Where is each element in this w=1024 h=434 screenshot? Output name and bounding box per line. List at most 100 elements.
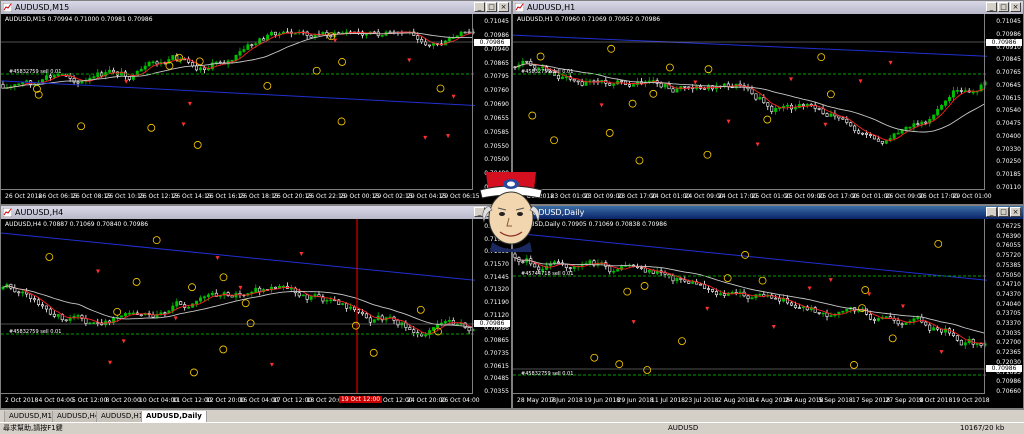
- candle-body: [80, 81, 84, 84]
- price-tick: 0.74040: [996, 300, 1021, 308]
- candle-body: [521, 261, 525, 263]
- candle-body: [801, 104, 805, 107]
- candle-body: [963, 342, 967, 346]
- signal-marker: [640, 282, 649, 290]
- candle-body: [959, 90, 963, 92]
- price-chart[interactable]: AUDUSD,H4 0.70887 0.71069 0.70840 0.7098…: [1, 219, 511, 408]
- candle-body: [679, 278, 683, 280]
- minimize-button[interactable]: _: [986, 207, 997, 217]
- price-tick: 0.72700: [996, 339, 1021, 347]
- price-tick: 0.71045: [996, 18, 1021, 25]
- chart-window-h1[interactable]: AUDUSD,H1 _ □ × AUDUSD,H1 0.70960 0.71069 …: [512, 0, 1024, 205]
- candle-body: [912, 318, 916, 322]
- candle-body: [459, 31, 463, 36]
- time-tick: 9 Oct 2018: [919, 397, 953, 404]
- candle-body: [825, 312, 829, 317]
- candle-body: [96, 72, 100, 77]
- candle-body: [631, 84, 635, 87]
- time-tick: 26 Oct 2018: [5, 193, 43, 200]
- arrow-marker: [173, 316, 178, 321]
- candle-body: [420, 39, 424, 43]
- candle-body: [829, 113, 833, 117]
- signal-marker: [436, 84, 445, 93]
- chart-window-daily[interactable]: AUDUSD,Daily _ □ × AUDUSD,Daily 0.70905 0.…: [512, 205, 1024, 409]
- candle-body: [845, 308, 849, 312]
- candle-body: [817, 108, 821, 110]
- candle-body: [904, 127, 908, 130]
- arrow-marker: [888, 60, 893, 65]
- window-title: AUDUSD,H4: [15, 208, 64, 217]
- candle-body: [841, 117, 845, 120]
- maximize-button[interactable]: □: [486, 2, 497, 12]
- price-tick: 0.74710: [996, 281, 1021, 289]
- signal-marker: [263, 81, 272, 90]
- chart-window-h4[interactable]: AUDUSD,H4 _□× AUDUSD,H4 0.70887 0.71069 …: [0, 205, 512, 409]
- minimize-button[interactable]: _: [986, 2, 997, 12]
- candle-body: [643, 267, 647, 273]
- ma-long-line: [1, 232, 475, 281]
- candle-body: [44, 75, 48, 80]
- candle-body: [608, 266, 612, 273]
- close-button[interactable]: ×: [1010, 207, 1021, 217]
- candle-body: [242, 49, 246, 52]
- price-chart[interactable]: AUDUSD,Daily 0.70905 0.71069 0.70838 0.7…: [513, 219, 1023, 408]
- candle-body: [778, 297, 782, 302]
- price-tick: 0.70660: [996, 388, 1021, 395]
- candle-body: [612, 83, 616, 86]
- candle-body: [892, 133, 896, 139]
- arrow-marker: [187, 101, 192, 106]
- price-tick: 0.71320: [484, 286, 509, 294]
- signal-marker: [826, 90, 835, 99]
- window-titlebar[interactable]: AUDUSD,H1 _ □ ×: [513, 1, 1023, 14]
- candle-body: [821, 108, 825, 114]
- price-tick: 0.70735: [484, 349, 509, 357]
- candle-body: [789, 302, 793, 306]
- candle-body: [793, 107, 797, 110]
- close-button[interactable]: ×: [1010, 2, 1021, 12]
- candle-body: [936, 327, 940, 330]
- candle-body: [447, 320, 451, 322]
- close-button[interactable]: ×: [498, 2, 509, 12]
- candle-body: [37, 299, 41, 306]
- candle-body: [944, 100, 948, 106]
- mascot-avatar: [479, 172, 543, 252]
- price-tick: 0.73705: [996, 310, 1021, 318]
- price-chart[interactable]: AUDUSD,H1 0.70960 0.71069 0.70952 0.7098…: [513, 14, 1023, 204]
- time-axis[interactable]: 22 Oct 201823 Oct 01:0023 Oct 09:0023 Oc…: [513, 189, 992, 204]
- candle-body: [608, 83, 612, 86]
- maximize-button[interactable]: □: [998, 2, 1009, 12]
- signal-marker: [351, 321, 360, 330]
- price-tick: 0.70185: [996, 171, 1021, 179]
- candle-body: [447, 37, 451, 42]
- candle-body: [155, 61, 159, 65]
- signal-marker: [193, 141, 202, 149]
- signal-marker: [649, 89, 658, 98]
- time-axis[interactable]: 26 Oct 2018 26 Oct 06:15 26 Oct 08:15 26 Oc…: [1, 189, 480, 204]
- price-chart[interactable]: AUDUSD,M15 0.70994 0.71000 0.70981 0.709…: [1, 14, 511, 204]
- candle-body: [754, 93, 758, 100]
- price-axis[interactable]: 0.71045 0.70986 0.70940 0.70865 0.70795 0.707…: [472, 14, 511, 191]
- candle-body: [671, 88, 675, 93]
- candle-body: [841, 310, 845, 313]
- signal-marker: [623, 287, 632, 296]
- current-price-tag: 0.70986: [474, 320, 510, 327]
- price-tick: 0.70765: [996, 69, 1021, 77]
- price-tick: 0.70250: [996, 158, 1021, 166]
- ma-fast-line: [514, 63, 986, 141]
- candle-body: [297, 292, 301, 297]
- time-tick: 7 Jun 2018: [550, 397, 583, 404]
- window-titlebar[interactable]: AUDUSD,H4 _□×: [1, 206, 511, 219]
- signal-marker: [536, 52, 545, 61]
- maximize-button[interactable]: □: [998, 207, 1009, 217]
- price-axis[interactable]: 0.71045 0.70986 0.70910 0.70845 0.70765 0.706…: [984, 14, 1023, 191]
- time-axis[interactable]: 2 Oct 2018 4 Oct 04:00 5 Oct 12:00 8 Oct 20…: [1, 393, 480, 408]
- candle-body: [147, 61, 151, 67]
- time-axis[interactable]: 28 May 2018 7 Jun 2018 19 Jun 2018 29 Jun 2…: [513, 393, 990, 408]
- minimize-button[interactable]: _: [474, 2, 485, 12]
- chart-window-m15[interactable]: AUDUSD,M15 _ □ × AUDUSD,M15 0.70994 0.7100…: [0, 0, 512, 205]
- arrow-marker: [807, 286, 812, 291]
- price-axis[interactable]: 0.76725 0.76390 0.76055 0.75720 0.75385 0.750…: [984, 219, 1023, 395]
- window-titlebar[interactable]: AUDUSD,Daily _ □ ×: [513, 206, 1023, 219]
- window-titlebar[interactable]: AUDUSD,M15 _ □ ×: [1, 1, 511, 14]
- candle-body: [766, 102, 770, 107]
